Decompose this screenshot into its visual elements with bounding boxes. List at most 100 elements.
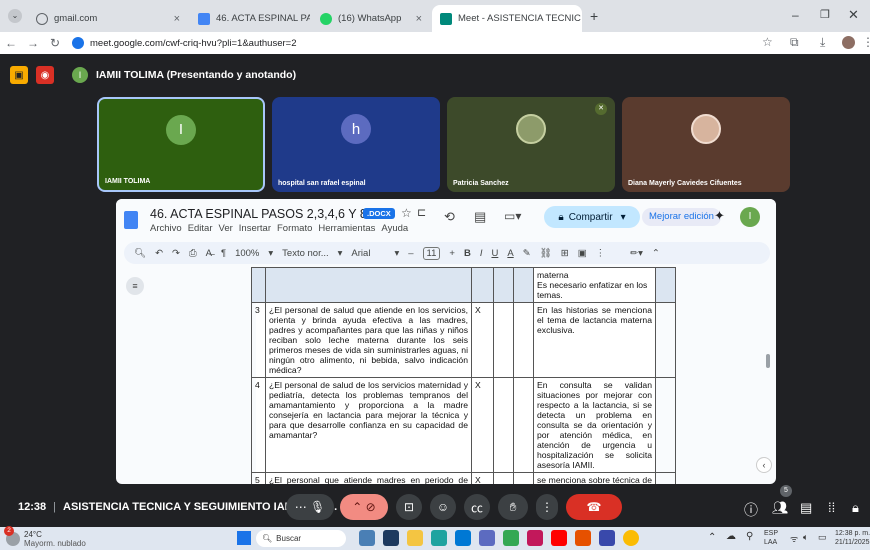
gemini-sparkle-icon[interactable]: ✦ [714, 208, 725, 224]
collapse-toolbar-icon[interactable]: ⌃ [652, 248, 660, 259]
undo-icon[interactable]: ↶ [155, 248, 163, 259]
tab-search-icon[interactable]: ⌄ [8, 9, 22, 23]
tab-meet[interactable]: Meet - ASISTENCIA TECNIC × [432, 5, 582, 32]
search-icon[interactable]: 🔍︎ [134, 248, 146, 259]
reload-icon[interactable]: ↻ [44, 36, 66, 50]
battery-icon[interactable]: ▭ [818, 532, 827, 543]
close-tab-icon[interactable]: × [168, 13, 180, 25]
start-icon[interactable] [237, 531, 251, 545]
app-icon[interactable] [383, 530, 399, 546]
user-avatar[interactable]: I [740, 207, 760, 227]
site-info-icon[interactable] [72, 37, 84, 49]
scrollbar-thumb[interactable] [766, 354, 770, 368]
bold-icon[interactable]: B [464, 248, 471, 259]
back-icon[interactable]: ← [0, 36, 22, 50]
font-size-increase-icon[interactable]: + [449, 248, 455, 259]
restore-icon[interactable]: ❐ [820, 8, 830, 21]
more-options-button[interactable]: ⋮ [536, 494, 558, 520]
host-controls-icon[interactable]: 🔒︎ [852, 500, 859, 516]
store-icon[interactable] [455, 530, 471, 546]
tab-whatsapp[interactable]: (16) WhatsApp × [312, 5, 430, 32]
participant-tile[interactable]: ✕ Patricia Sanchez [447, 97, 615, 192]
presentation-icon[interactable]: ▣ [10, 66, 28, 84]
emoji-button[interactable]: ☺ [430, 494, 456, 520]
close-window-icon[interactable]: ✕ [848, 7, 859, 23]
star-icon[interactable]: ☆ [401, 206, 412, 220]
bookmark-star-icon[interactable]: ☆ [762, 35, 773, 49]
menu-editar[interactable]: Editar [188, 223, 213, 234]
profile-avatar[interactable] [842, 36, 855, 49]
participant-tile[interactable]: I IAMII TOLIMA [97, 97, 265, 192]
language-indicator[interactable]: ESP LAA [764, 529, 778, 547]
side-panel-toggle-icon[interactable]: ‹ [756, 457, 772, 473]
clock[interactable]: 12:38 p. m. 21/11/2025 [835, 529, 870, 547]
font-select[interactable]: Arial [351, 248, 370, 259]
minimize-icon[interactable]: – [792, 8, 799, 22]
move-icon[interactable]: ⊏ [417, 206, 426, 219]
doc-title[interactable]: 46. ACTA ESPINAL PASOS 2,3,4,6 Y 8 . 2..… [150, 207, 395, 221]
captions-button[interactable]: ㏄ [464, 494, 490, 520]
menu-ayuda[interactable]: Ayuda [381, 223, 408, 234]
paint-format-icon[interactable]: ¶ [221, 248, 226, 259]
italic-icon[interactable]: I [480, 248, 483, 259]
comments-icon[interactable]: ▤ [474, 209, 486, 225]
app-icon[interactable] [575, 530, 591, 546]
leave-call-button[interactable]: ☎︎ [566, 494, 622, 520]
info-icon[interactable]: ⓘ [744, 500, 758, 520]
history-icon[interactable]: ⟲ [444, 209, 455, 225]
improve-editing-button[interactable]: Mejorar edición [642, 208, 721, 226]
people-icon[interactable]: 👥︎ [772, 500, 789, 516]
tray-app-icon[interactable]: ⚲ [746, 531, 753, 542]
forward-icon[interactable]: → [22, 36, 44, 50]
participant-tile[interactable]: h hospital san rafael espinal [272, 97, 440, 192]
edge-icon[interactable] [431, 530, 447, 546]
tab-docs[interactable]: 46. ACTA ESPINAL PASOS 2,3,4, × [190, 5, 310, 32]
style-select[interactable]: Texto nor... [282, 248, 328, 259]
share-button[interactable]: 🔒︎ Compartir ▾ [544, 206, 640, 228]
menu-herramientas[interactable]: Herramientas [318, 223, 375, 234]
redo-icon[interactable]: ↷ [172, 248, 180, 259]
camera-off-button[interactable]: ⌃ ⊘ [340, 494, 388, 520]
menu-archivo[interactable]: Archivo [150, 223, 182, 234]
spellcheck-icon[interactable]: A̶ [206, 248, 212, 259]
activities-icon[interactable]: ⁞⁞ [828, 500, 835, 515]
print-icon[interactable]: ⎙ [189, 248, 197, 259]
more-options-icon[interactable]: ⋮ [596, 248, 606, 259]
menu-ver[interactable]: Ver [219, 223, 233, 234]
image-icon[interactable]: ▣ [578, 248, 587, 259]
mic-button[interactable]: ⋯ 🎙︎ [286, 494, 334, 520]
docs-logo-icon[interactable] [124, 211, 138, 229]
text-color-icon[interactable]: A [507, 248, 513, 259]
meet-video-icon[interactable]: ▭▾ [504, 209, 521, 223]
extensions-icon[interactable]: ⧉ [790, 35, 799, 50]
raise-hand-button[interactable]: ✋︎ [498, 494, 528, 520]
highlight-icon[interactable]: ✎ [523, 248, 531, 259]
browser-menu-icon[interactable]: ⋮ [862, 35, 870, 49]
present-button[interactable]: ⊡ [396, 494, 422, 520]
tray-app-icon[interactable]: ☁︎ [726, 531, 736, 542]
close-tab-icon[interactable]: × [410, 13, 422, 25]
folder-icon[interactable] [407, 530, 423, 546]
edit-mode-icon[interactable]: ✏▾ [630, 248, 643, 259]
participant-tile[interactable]: Diana Mayerly Caviedes Cifuentes [622, 97, 790, 192]
new-tab-button[interactable]: + [590, 8, 598, 24]
download-icon[interactable]: ⤓ [820, 35, 825, 50]
font-size-decrease-icon[interactable]: – [408, 248, 413, 259]
comment-add-icon[interactable]: ⊞ [561, 248, 569, 259]
weather-widget[interactable]: 2 24°C Mayorm. nublado [4, 525, 86, 548]
app-icon[interactable] [359, 530, 375, 546]
app-icon[interactable] [503, 530, 519, 546]
record-icon[interactable]: ◉ [36, 66, 54, 84]
chrome-icon[interactable] [623, 530, 639, 546]
underline-icon[interactable]: U [491, 248, 498, 259]
font-size-input[interactable]: 11 [422, 246, 441, 260]
taskbar-search[interactable]: 🔍︎ Buscar [256, 530, 346, 547]
app-icon[interactable] [479, 530, 495, 546]
tab-gmail[interactable]: gmail.com × [28, 5, 188, 32]
volume-icon[interactable]: 🔈︎ [803, 532, 808, 543]
url-field[interactable]: meet.google.com/cwf-criq-hvu?pli=1&authu… [90, 38, 296, 49]
app-icon[interactable] [599, 530, 615, 546]
chat-icon[interactable]: ▤ [800, 500, 812, 516]
link-icon[interactable]: ⛓ [540, 248, 552, 259]
app-icon[interactable] [527, 530, 543, 546]
